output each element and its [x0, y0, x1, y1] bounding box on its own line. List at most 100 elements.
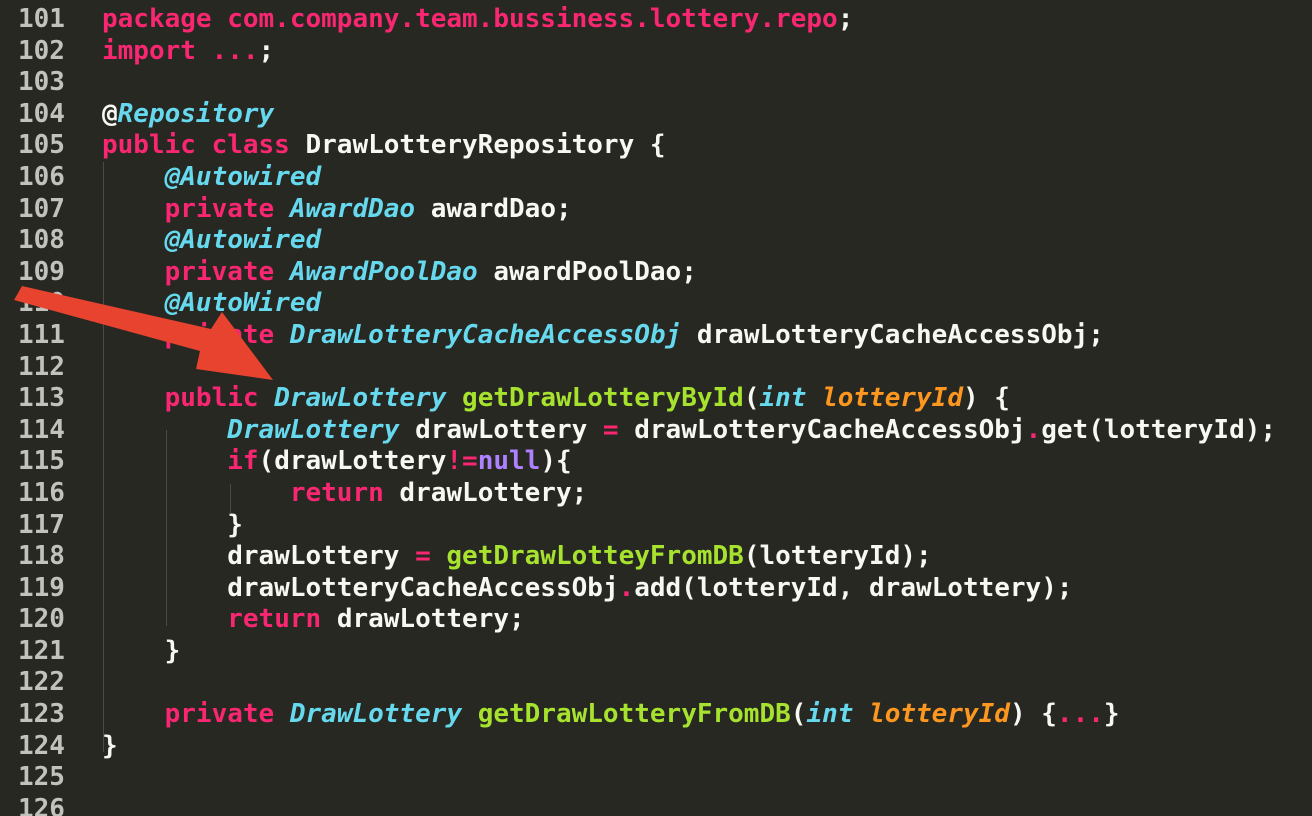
code-area[interactable]: 101 package com.company.team.bussiness.lo… — [0, 4, 1312, 816]
line-content: if(drawLottery!=null){ — [102, 446, 571, 478]
code-token: ; — [837, 4, 854, 34]
code-token: drawLottery; — [336, 604, 525, 635]
code-token: null — [477, 446, 541, 477]
code-token: ) { — [962, 383, 1010, 414]
code-token: drawLotteryCacheAccessObj — [102, 572, 619, 603]
code-token: (lotteryId); — [743, 541, 932, 572]
code-token: @ — [102, 98, 118, 129]
code-token: awardDao; — [415, 193, 572, 224]
code-token: (drawLottery — [258, 446, 447, 477]
line-number: 119 — [18, 572, 65, 603]
code-line[interactable]: 124} — [0, 731, 1312, 763]
code-line[interactable]: 103 — [0, 67, 1312, 99]
code-line[interactable]: 104 @Repository — [0, 99, 1312, 131]
line-number: 115 — [18, 446, 65, 477]
line-content: private AwardPoolDao awardPoolDao; — [102, 257, 697, 289]
code-token: add(lotteryId, drawLottery); — [634, 572, 1073, 603]
code-line[interactable]: 121 } — [0, 636, 1312, 668]
line-content: DrawLottery drawLottery = drawLotteryCac… — [102, 415, 1276, 447]
code-token: Repository — [117, 98, 275, 129]
code-line[interactable]: 117 } — [0, 510, 1312, 542]
code-line[interactable]: 111 private DrawLotteryCacheAccessObj dr… — [0, 320, 1312, 352]
line-content: } — [102, 635, 181, 668]
code-token: drawLottery; — [399, 477, 588, 508]
code-token: @Autowired — [164, 225, 322, 256]
line-number: 122 — [18, 667, 65, 698]
line-content: drawLottery = getDrawLotteyFromDB(lotter… — [102, 541, 932, 573]
code-token: DrawLottery — [274, 383, 447, 414]
line-number: 106 — [18, 161, 65, 192]
indent-guide — [103, 162, 104, 752]
line-number: 103 — [18, 67, 65, 98]
code-token: ; — [258, 35, 275, 66]
code-token: getDrawLotteryFromDB — [477, 699, 791, 730]
code-line[interactable]: 125 — [0, 762, 1312, 794]
line-number: 102 — [18, 35, 65, 66]
line-number: 125 — [18, 762, 65, 793]
line-content: package com.company.team.bussiness.lotte… — [102, 4, 853, 36]
line-number: 126 — [18, 793, 65, 816]
line-content: public class DrawLotteryRepository { — [102, 130, 666, 162]
line-number: 120 — [18, 604, 65, 635]
code-token: if — [227, 446, 259, 477]
line-number: 105 — [18, 130, 65, 161]
code-line[interactable]: 126 — [0, 794, 1312, 816]
code-token: } — [102, 730, 118, 761]
line-number: 111 — [18, 319, 65, 350]
code-line[interactable]: 114 DrawLottery drawLottery = drawLotter… — [0, 415, 1312, 447]
code-line[interactable]: 122 — [0, 667, 1312, 699]
code-line[interactable]: 123 private DrawLottery getDrawLotteryFr… — [0, 699, 1312, 731]
indent-guide — [230, 484, 231, 514]
code-line[interactable]: 108 @Autowired — [0, 225, 1312, 257]
code-token: drawLottery — [399, 414, 603, 445]
code-line[interactable]: 105 public class DrawLotteryRepository { — [0, 130, 1312, 162]
line-content: return drawLottery; — [102, 478, 587, 510]
code-token: get(lotteryId); — [1041, 414, 1277, 445]
line-number: 124 — [18, 730, 65, 761]
code-line[interactable]: 120 return drawLottery; — [0, 604, 1312, 636]
line-number: 117 — [18, 509, 65, 540]
code-line[interactable]: 112 — [0, 352, 1312, 384]
line-content: import ...; — [102, 36, 274, 68]
indent-guide — [166, 430, 167, 626]
code-editor[interactable]: 101 package com.company.team.bussiness.lo… — [0, 0, 1312, 816]
code-token: lotteryId — [869, 699, 1010, 730]
line-number: 116 — [18, 477, 65, 508]
code-token: ) { — [1009, 699, 1057, 730]
line-number: 104 — [18, 98, 65, 129]
code-line[interactable]: 102 import ...; — [0, 36, 1312, 68]
code-line[interactable]: 101 package com.company.team.bussiness.lo… — [0, 4, 1312, 36]
code-token: getDrawLotteyFromDB — [446, 541, 744, 572]
code-line[interactable]: 109 private AwardPoolDao awardPoolDao; — [0, 257, 1312, 289]
code-token: package com.company.team.bussiness.lotte… — [102, 4, 838, 34]
code-line[interactable]: 113 public DrawLottery getDrawLotteryByI… — [0, 383, 1312, 415]
code-token: != — [446, 446, 478, 477]
code-token: private — [164, 319, 290, 350]
code-line[interactable]: 116 return drawLottery; — [0, 478, 1312, 510]
code-line[interactable]: 119 drawLotteryCacheAccessObj.add(lotter… — [0, 573, 1312, 605]
line-number: 108 — [18, 225, 65, 256]
code-line[interactable]: 115 if(drawLottery!=null){ — [0, 446, 1312, 478]
code-line[interactable]: 106 @Autowired — [0, 162, 1312, 194]
code-token: } — [102, 635, 181, 666]
code-line[interactable]: 118 drawLottery = getDrawLotteyFromDB(lo… — [0, 541, 1312, 573]
code-token: int — [759, 383, 807, 414]
line-content: @AutoWired — [102, 288, 322, 320]
code-token: public class — [102, 130, 306, 161]
code-token: } — [1103, 699, 1120, 730]
code-line[interactable]: 107 private AwardDao awardDao; — [0, 194, 1312, 226]
line-content: private DrawLottery getDrawLotteryFromDB… — [102, 699, 1120, 731]
code-token: } — [102, 509, 243, 540]
code-token: return — [227, 604, 337, 635]
code-token: int — [806, 699, 854, 730]
code-line[interactable]: 110 @AutoWired — [0, 288, 1312, 320]
code-token: DrawLotteryCacheAccessObj — [289, 319, 682, 350]
code-token: getDrawLotteryById — [462, 383, 744, 414]
